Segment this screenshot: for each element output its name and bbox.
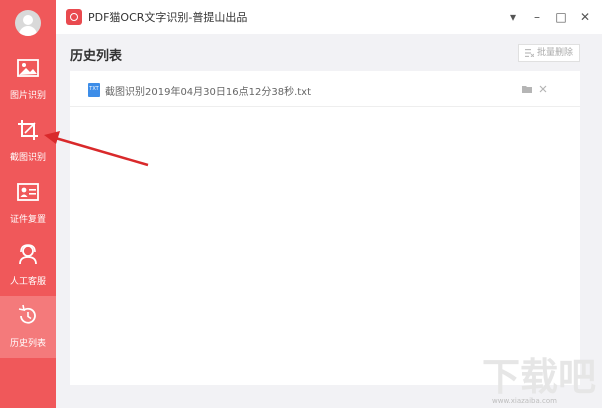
page-title: 历史列表 bbox=[70, 49, 123, 64]
list-delete-icon bbox=[525, 49, 534, 57]
batch-delete-label: 批量删除 bbox=[537, 48, 574, 58]
minimize-button[interactable]: – bbox=[528, 8, 546, 26]
close-button[interactable]: ✕ bbox=[576, 8, 594, 26]
sidebar-item-image-recognition[interactable]: 图片识别 bbox=[0, 48, 56, 110]
avatar-head bbox=[23, 15, 33, 25]
sidebar-item-label: 图片识别 bbox=[9, 91, 46, 101]
avatar-body bbox=[19, 26, 37, 36]
sidebar-item-label: 历史列表 bbox=[9, 339, 46, 349]
app-logo-icon bbox=[66, 9, 82, 25]
headset-icon bbox=[19, 244, 37, 265]
main-content: 历史列表 批量删除 TXT 截图识别2019年04月30日16点12分38秒.t… bbox=[56, 34, 602, 408]
user-avatar[interactable] bbox=[15, 10, 41, 36]
id-card-icon bbox=[17, 183, 39, 201]
history-icon bbox=[18, 304, 36, 324]
dropdown-button[interactable]: ▾ bbox=[504, 8, 522, 26]
sidebar-item-label: 证件复置 bbox=[9, 215, 46, 225]
sidebar-item-label: 人工客服 bbox=[9, 277, 46, 287]
sidebar: 图片识别 截图识别 证件复置 人工客服 历史列表 bbox=[0, 0, 56, 408]
folder-icon[interactable] bbox=[520, 82, 534, 96]
sidebar-item-customer-service[interactable]: 人工客服 bbox=[0, 234, 56, 296]
maximize-button[interactable]: □ bbox=[552, 8, 570, 26]
sidebar-item-label: 截图识别 bbox=[9, 153, 46, 163]
batch-delete-button[interactable]: 批量删除 bbox=[518, 44, 580, 62]
file-name: 截图识别2019年04月30日16点12分38秒.txt bbox=[105, 87, 312, 98]
sidebar-item-screenshot-recognition[interactable]: 截图识别 bbox=[0, 110, 56, 172]
txt-file-icon: TXT bbox=[88, 83, 100, 97]
delete-icon[interactable] bbox=[536, 82, 550, 96]
image-icon bbox=[17, 59, 39, 77]
sidebar-item-history[interactable]: 历史列表 bbox=[0, 296, 56, 358]
sidebar-item-id-copy[interactable]: 证件复置 bbox=[0, 172, 56, 234]
history-list: TXT 截图识别2019年04月30日16点12分38秒.txt bbox=[70, 71, 580, 385]
title-bar[interactable]: PDF猫OCR文字识别-普提山出品 ▾ – □ ✕ bbox=[56, 0, 602, 34]
crop-icon bbox=[18, 120, 38, 140]
file-type-label: TXT bbox=[89, 86, 99, 92]
list-item[interactable]: TXT 截图识别2019年04月30日16点12分38秒.txt bbox=[70, 71, 580, 107]
window-title: PDF猫OCR文字识别-普提山出品 bbox=[88, 11, 248, 24]
